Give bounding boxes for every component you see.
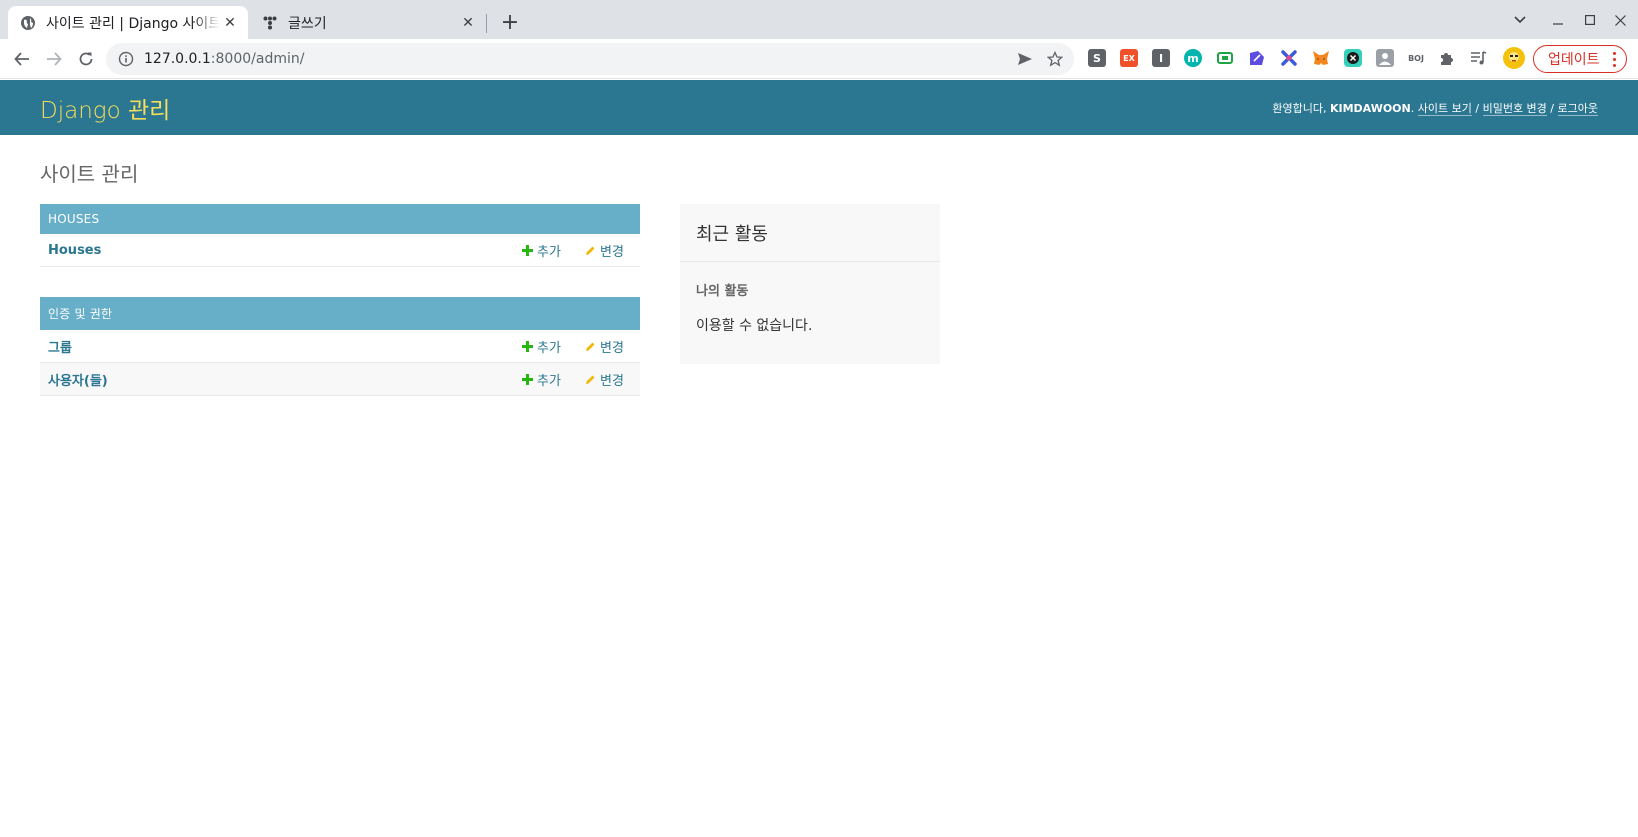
update-label: 업데이트	[1548, 52, 1600, 68]
x-circle-extension-icon[interactable]	[1344, 49, 1362, 67]
change-label: 변경	[600, 244, 624, 260]
kebab-menu-icon[interactable]	[1613, 50, 1616, 68]
back-arrow-icon[interactable]	[8, 45, 36, 73]
pencil-icon	[586, 342, 595, 351]
profile-avatar[interactable]	[1503, 47, 1525, 69]
bookmark-star-icon[interactable]	[1040, 44, 1070, 74]
green-extension-icon[interactable]	[1216, 49, 1234, 67]
i-extension-icon[interactable]: I	[1152, 49, 1170, 67]
app-module-houses: HOUSES Houses 추가 변경	[40, 204, 640, 267]
forward-arrow-icon[interactable]	[40, 45, 68, 73]
tab-admin[interactable]: 사이트 관리 | Django 사이트 관리 ✕	[8, 6, 248, 39]
boj-extension-icon[interactable]: BOJ	[1404, 49, 1428, 67]
add-label: 추가	[537, 373, 561, 389]
globe-icon	[20, 15, 36, 31]
close-icon[interactable]: ✕	[458, 13, 478, 33]
change-link[interactable]: 변경	[585, 337, 624, 356]
module-caption[interactable]: HOUSES	[40, 204, 640, 234]
address-bar[interactable]: 127.0.0.1:8000/admin/	[106, 43, 1074, 75]
model-row-users: 사용자(들) 추가 변경	[40, 363, 640, 396]
change-label: 변경	[600, 340, 624, 356]
add-link[interactable]: 추가	[522, 337, 561, 356]
metamask-fox-icon[interactable]	[1312, 49, 1330, 67]
window-close-icon[interactable]	[1608, 8, 1632, 32]
url-host: 127.0.0.1	[144, 51, 211, 67]
tab-title: 사이트 관리 | Django 사이트 관리	[46, 15, 220, 32]
s-extension-icon[interactable]: S	[1088, 49, 1106, 67]
model-row-houses: Houses 추가 변경	[40, 234, 640, 267]
tab-search-chevron-icon[interactable]	[1508, 8, 1532, 32]
user-tools: 환영합니다, KIMDAWOON. 사이트 보기 / 비밀번호 변경 / 로그아…	[1272, 101, 1598, 116]
add-label: 추가	[537, 244, 561, 260]
pencil-icon	[586, 246, 595, 255]
pen-extension-icon[interactable]	[1248, 49, 1266, 67]
plus-icon	[522, 244, 533, 256]
plus-icon	[522, 340, 533, 352]
model-row-groups: 그룹 추가 변경	[40, 330, 640, 363]
add-link[interactable]: 추가	[522, 370, 561, 389]
site-info-icon[interactable]	[118, 51, 134, 67]
extensions-puzzle-icon[interactable]	[1438, 49, 1456, 67]
cross-extension-icon[interactable]	[1280, 49, 1298, 67]
tab-write[interactable]: 글쓰기 ✕	[250, 6, 486, 39]
m-extension-icon[interactable]: m	[1184, 49, 1202, 67]
profile-extension-icon[interactable]	[1376, 49, 1394, 67]
site-branding[interactable]: Django 관리	[40, 91, 170, 125]
media-queue-icon[interactable]	[1470, 49, 1488, 67]
my-actions-subtitle: 나의 활동	[696, 284, 749, 299]
pencil-icon	[586, 375, 595, 384]
send-icon[interactable]	[1010, 44, 1040, 74]
tistory-icon	[262, 15, 278, 31]
close-icon[interactable]: ✕	[220, 13, 240, 33]
view-site-link[interactable]: 사이트 보기	[1417, 101, 1472, 116]
update-button[interactable]: 업데이트	[1533, 45, 1627, 73]
username: KIMDAWOON	[1329, 101, 1411, 115]
app-module-auth: 인증 및 권한 그룹 추가 변경 사용자(들) 추가 변경	[40, 297, 640, 396]
recent-actions-title: 최근 활동	[680, 204, 940, 262]
welcome-text: 환영합니다,	[1272, 101, 1327, 115]
no-actions-text: 이용할 수 없습니다.	[696, 318, 813, 334]
add-link[interactable]: 추가	[522, 241, 561, 260]
new-tab-button[interactable]: +	[498, 10, 522, 35]
recent-actions-panel: 최근 활동 나의 활동 이용할 수 없습니다.	[680, 204, 940, 364]
admin-header: Django 관리 환영합니다, KIMDAWOON. 사이트 보기 / 비밀번…	[0, 80, 1638, 135]
module-caption[interactable]: 인증 및 권한	[40, 297, 640, 330]
page-title: 사이트 관리	[40, 162, 139, 186]
tab-title: 글쓰기	[288, 15, 327, 32]
minimize-icon[interactable]	[1546, 8, 1570, 32]
change-password-link[interactable]: 비밀번호 변경	[1482, 101, 1547, 116]
tab-separator	[486, 14, 487, 33]
browser-toolbar: 127.0.0.1:8000/admin/ S EX I m BOJ 업데이트	[0, 39, 1638, 79]
ex-extension-icon[interactable]: EX	[1120, 49, 1138, 67]
reload-icon[interactable]	[72, 45, 100, 73]
plus-icon	[522, 373, 533, 385]
url-path: :8000/admin/	[210, 51, 305, 67]
url-text: 127.0.0.1:8000/admin/	[144, 51, 1010, 67]
add-label: 추가	[537, 340, 561, 356]
browser-tabstrip: 사이트 관리 | Django 사이트 관리 ✕ 글쓰기 ✕ +	[0, 0, 1638, 39]
logout-link[interactable]: 로그아웃	[1557, 101, 1598, 116]
separator: /	[1550, 101, 1555, 115]
change-label: 변경	[600, 373, 624, 389]
change-link[interactable]: 변경	[585, 241, 624, 260]
change-link[interactable]: 변경	[585, 370, 624, 389]
maximize-icon[interactable]	[1578, 8, 1602, 32]
separator: /	[1475, 101, 1480, 115]
